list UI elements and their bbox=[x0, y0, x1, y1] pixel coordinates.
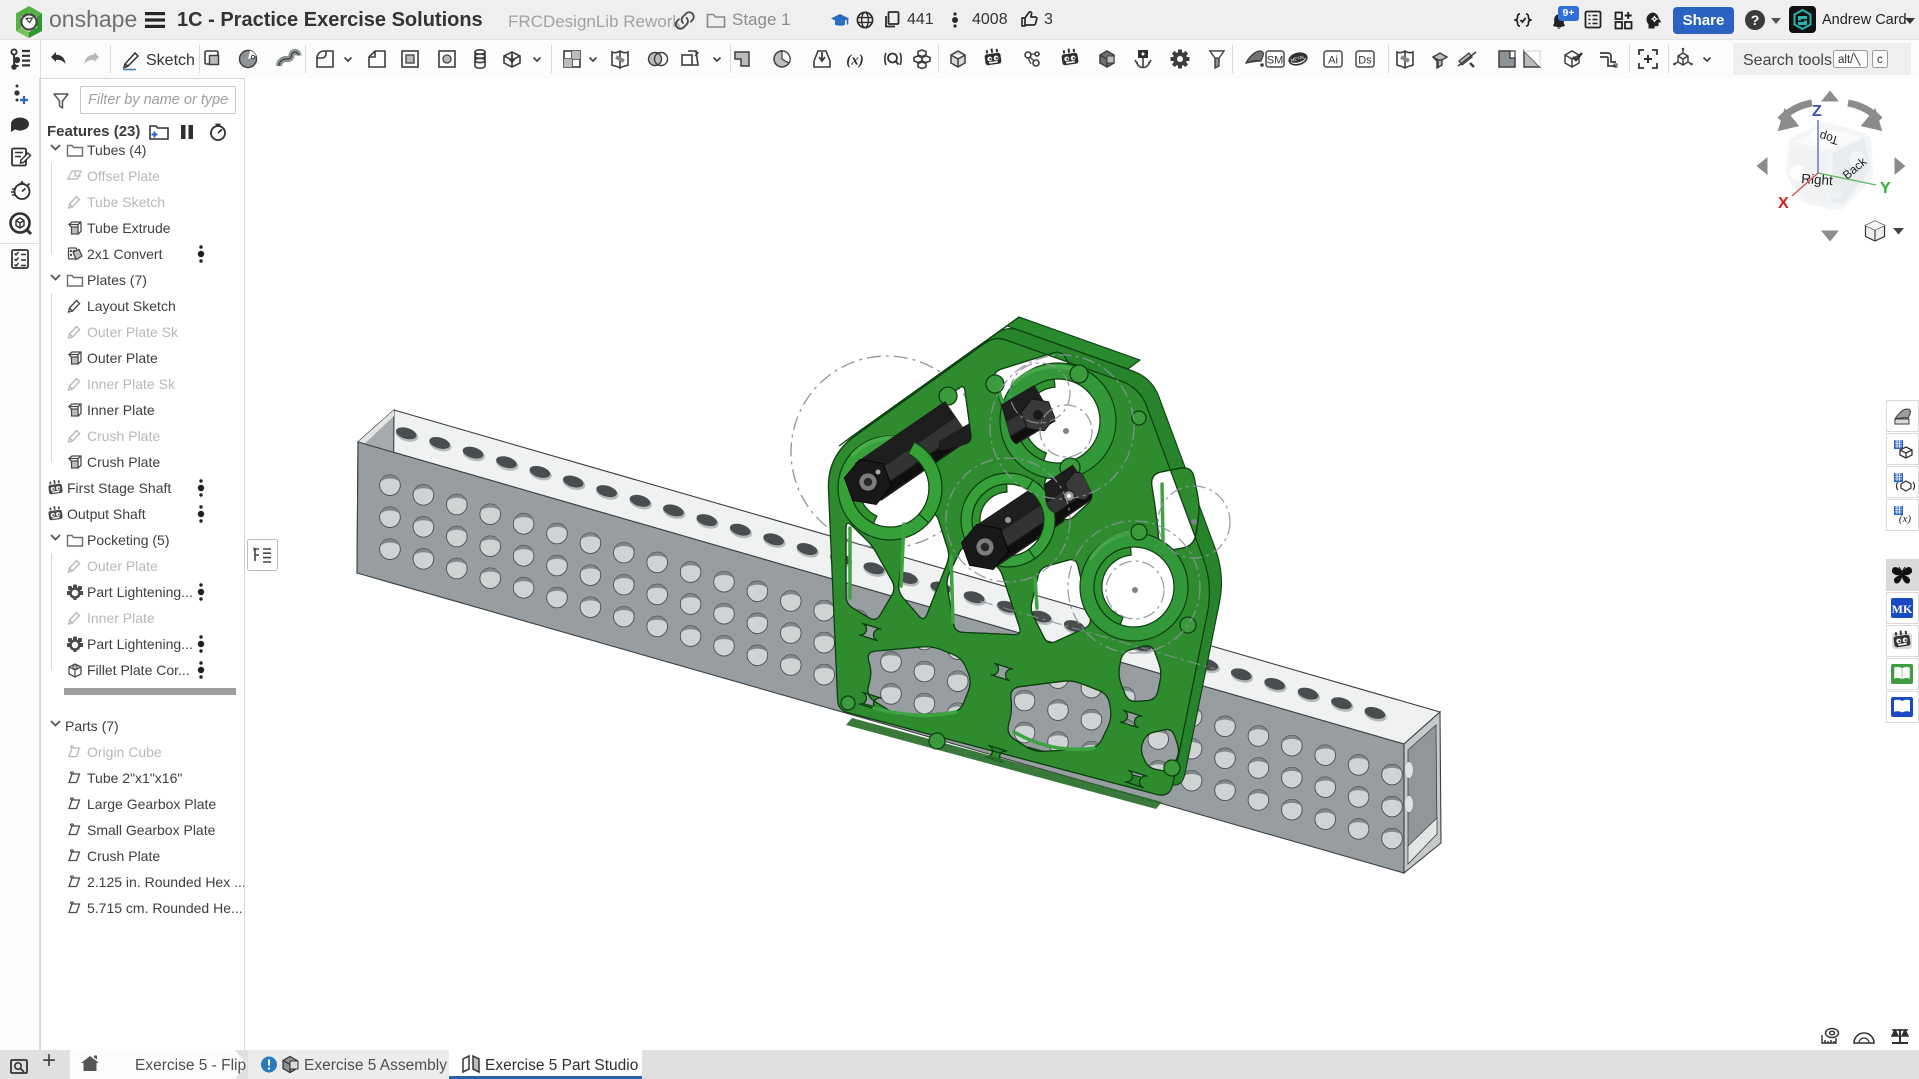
svg-text:2x1 Convert: 2x1 Convert bbox=[87, 246, 163, 262]
svg-text:Large Gearbox Plate: Large Gearbox Plate bbox=[87, 796, 216, 812]
svg-text:Parts (7): Parts (7) bbox=[65, 718, 119, 734]
svg-text:Exercise 5 Assembly: Exercise 5 Assembly bbox=[304, 1057, 447, 1074]
svg-text:c: c bbox=[1877, 54, 1883, 66]
svg-text:Crush Plate: Crush Plate bbox=[87, 454, 160, 470]
svg-text:Crush Plate: Crush Plate bbox=[87, 428, 160, 444]
svg-text:Fillet Plate Cor...: Fillet Plate Cor... bbox=[87, 662, 190, 678]
svg-text:2.125 in. Rounded Hex ...: 2.125 in. Rounded Hex ... bbox=[87, 874, 244, 890]
svg-text:?: ? bbox=[1751, 12, 1760, 28]
svg-text:Search tools...: Search tools... bbox=[1743, 52, 1845, 69]
svg-text:Inner Plate: Inner Plate bbox=[87, 610, 155, 626]
svg-text:Z: Z bbox=[1812, 103, 1822, 120]
svg-text:Exercise 5 - Flip: Exercise 5 - Flip bbox=[135, 1057, 246, 1074]
svg-text:Sketch: Sketch bbox=[146, 52, 195, 69]
svg-text:Plates (7): Plates (7) bbox=[87, 272, 147, 288]
svg-text:Layout Sketch: Layout Sketch bbox=[87, 298, 176, 314]
svg-text:Y: Y bbox=[1880, 180, 1891, 197]
svg-text:Inner Plate: Inner Plate bbox=[87, 402, 155, 418]
svg-text:(x): (x) bbox=[846, 53, 864, 69]
svg-text:Crush Plate: Crush Plate bbox=[87, 848, 160, 864]
svg-text:Tube Sketch: Tube Sketch bbox=[87, 194, 165, 210]
svg-text:Ds: Ds bbox=[1358, 55, 1372, 67]
svg-text:X: X bbox=[1778, 195, 1789, 212]
svg-text:Inner Plate Sk: Inner Plate Sk bbox=[87, 376, 176, 392]
svg-text:First Stage Shaft: First Stage Shaft bbox=[67, 480, 171, 496]
svg-text:SM: SM bbox=[1267, 55, 1284, 67]
svg-text:(x): (x) bbox=[1899, 513, 1912, 525]
svg-text:Ai: Ai bbox=[1328, 55, 1338, 67]
svg-text:Offset Plate: Offset Plate bbox=[87, 168, 160, 184]
svg-text:Outer Plate: Outer Plate bbox=[87, 558, 158, 574]
svg-text:Part Lightening...: Part Lightening... bbox=[87, 584, 193, 600]
svg-text:Small Gearbox Plate: Small Gearbox Plate bbox=[87, 822, 216, 838]
svg-text:Output Shaft: Output Shaft bbox=[67, 506, 146, 522]
svg-text:Origin Cube: Origin Cube bbox=[87, 744, 162, 760]
svg-text:Outer Plate: Outer Plate bbox=[87, 350, 158, 366]
svg-text:alt/╲: alt/╲ bbox=[1838, 51, 1861, 66]
svg-text:MK: MK bbox=[1892, 602, 1913, 616]
svg-text:Tube Extrude: Tube Extrude bbox=[87, 220, 171, 236]
svg-text:5.715 cm. Rounded He...: 5.715 cm. Rounded He... bbox=[87, 900, 243, 916]
svg-text:Exercise 5 Part Studio: Exercise 5 Part Studio bbox=[485, 1057, 638, 1074]
svg-text:Part Lightening...: Part Lightening... bbox=[87, 636, 193, 652]
svg-text:Tubes (4): Tubes (4) bbox=[87, 142, 146, 158]
svg-text:Tube 2"x1"x16": Tube 2"x1"x16" bbox=[87, 770, 182, 786]
svg-text:Outer Plate Sk: Outer Plate Sk bbox=[87, 324, 179, 340]
svg-text:Pocketing (5): Pocketing (5) bbox=[87, 532, 169, 548]
